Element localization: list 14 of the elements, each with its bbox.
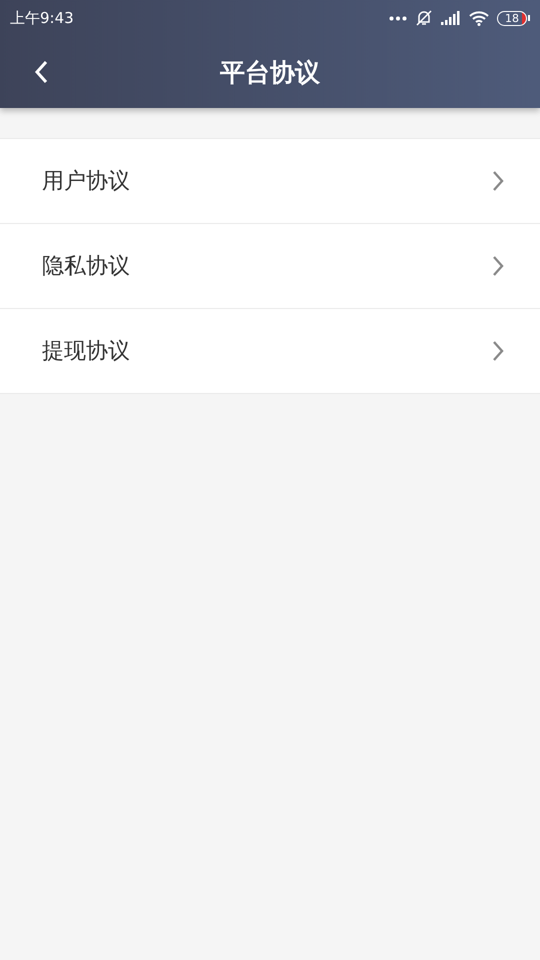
muted-bell-icon: [415, 9, 433, 27]
more-dots-icon: [389, 16, 407, 20]
list-item[interactable]: 提现协议: [0, 309, 540, 394]
list-item[interactable]: 隐私协议: [0, 224, 540, 309]
list-item[interactable]: 用户协议: [0, 139, 540, 224]
chevron-right-icon: [492, 255, 504, 277]
page-title: 平台协议: [220, 56, 320, 88]
signal-icon: [441, 11, 461, 25]
wifi-icon: [469, 10, 489, 26]
battery-icon: 18: [497, 10, 530, 26]
chevron-right-icon: [492, 170, 504, 192]
status-time: 上午9:43: [10, 8, 74, 28]
chevron-right-icon: [492, 340, 504, 362]
chevron-left-icon: [34, 60, 48, 84]
